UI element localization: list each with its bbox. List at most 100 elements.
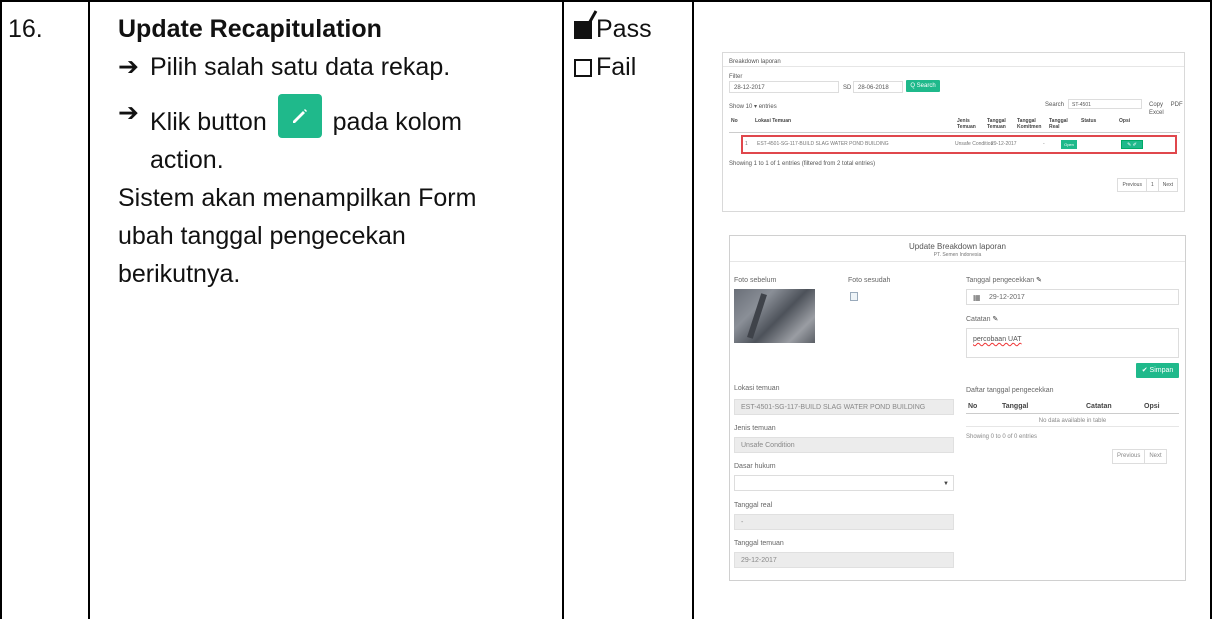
daftar-pagination: Previous Next [1112, 449, 1167, 464]
tanggal-label: Tanggal pengecekkan ✎ [966, 277, 1042, 284]
form-title: Update Breakdown laporan [909, 242, 1006, 251]
pencil-icon: ✎ [1036, 277, 1042, 284]
dasar-label: Dasar hukum [734, 463, 776, 470]
daftar-col-no: No [968, 403, 978, 410]
test-title: Update Recapitulation [118, 15, 382, 43]
col-no: No [731, 118, 738, 124]
list-pagination: Previous 1 Next [1117, 178, 1178, 192]
empty-box-icon [574, 59, 592, 77]
daftar-col-catatan: Catatan [1086, 403, 1112, 410]
col-lokasi: Lokasi Temuan [755, 118, 792, 124]
edit-pencil-button-illustration [277, 94, 322, 138]
col-tanggal-komitmen: Tanggal Komitmen [1017, 118, 1042, 130]
real-label: Tanggal real [734, 502, 773, 509]
fail-label: Fail [596, 53, 637, 81]
col-jenis: Jenis Temuan [957, 118, 976, 130]
column-divider-2 [562, 0, 564, 619]
col-tanggal-real: Tanggal Real [1049, 118, 1068, 130]
pager-next: Next [1157, 178, 1178, 192]
list-header: Breakdown laporan [729, 59, 781, 65]
daftar-empty-message: No data available in table [966, 415, 1179, 427]
description-line-1: Sistem akan menampilkan Form [118, 184, 477, 212]
column-divider-1 [88, 0, 90, 619]
search-box: ST-4501 [1068, 99, 1142, 109]
tanggal-input: ▦ 29-12-2017 [966, 289, 1179, 305]
update-form-screenshot: Update Breakdown laporan PT. Semen Indon… [729, 235, 1186, 581]
step-1-text: Pilih salah satu data rekap. [150, 53, 451, 81]
col-opsi: Opsi [1119, 118, 1131, 124]
date-from-field: 28-12-2017 [729, 81, 839, 93]
step-1: ➔ Pilih salah satu data rekap. [118, 48, 548, 86]
daftar-showing-info: Showing 0 to 0 of 0 entries [966, 434, 1038, 440]
pass-label: Pass [596, 15, 652, 43]
status-badge: Open [1061, 140, 1077, 149]
catatan-value: percobaan UAT [973, 336, 1022, 343]
temuan-field: 29-12-2017 [734, 552, 954, 568]
list-header-divider [723, 66, 1184, 67]
catatan-textarea: percobaan UAT [966, 328, 1179, 358]
arrow-icon: ➔ [118, 53, 139, 81]
row-number: 16. [8, 15, 43, 43]
catatan-label: Catatan ✎ [966, 316, 999, 323]
col-status: Status [1081, 118, 1097, 124]
real-field: - [734, 514, 954, 530]
row-jenis: Unsafe Condition [955, 141, 994, 147]
foto-sebelum-label: Foto sebelum [734, 277, 777, 284]
list-showing-info: Showing 1 to 1 of 1 entries (filtered fr… [729, 161, 876, 167]
dasar-select: ▼ [734, 475, 954, 491]
step-2-suffix: pada kolom [332, 108, 462, 136]
arrow-icon: ➔ [118, 99, 139, 127]
checked-box-icon [574, 10, 598, 39]
row-tanggal-real: - [1043, 141, 1045, 147]
list-table-header: No Lokasi Temuan Jenis Temuan Tanggal Te… [729, 115, 1180, 133]
pencil-icon [292, 109, 307, 123]
calendar-icon: ▦ [973, 293, 981, 302]
row-number-cell: 16. [8, 10, 78, 619]
step-2-label: Klik button [150, 108, 267, 136]
lokasi-field: EST-4501-SG-117-BUILD SLAG WATER POND BU… [734, 399, 954, 415]
tanggal-value: 29-12-2017 [989, 294, 1025, 301]
daftar-label: Daftar tanggal pengecekkan [966, 387, 1054, 394]
row-lokasi: EST-4501-SG-117-BUILD SLAG WATER POND BU… [757, 141, 889, 147]
pass-option: Pass [574, 10, 686, 48]
jenis-field: Unsafe Condition [734, 437, 954, 453]
daftar-col-tanggal: Tanggal [1002, 403, 1029, 410]
before-photo [734, 289, 815, 343]
row-tanggal-temuan: 29-12-2017 [991, 141, 1017, 147]
steps-cell: Update Recapitulation ➔ Pilih salah satu… [118, 10, 548, 619]
highlighted-row: 1 EST-4501-SG-117-BUILD SLAG WATER POND … [741, 135, 1177, 154]
form-subtitle: PT. Semen Indonesia [933, 252, 982, 258]
pager-previous: Previous [1117, 178, 1147, 192]
foto-sesudah-label: Foto sesudah [848, 277, 891, 284]
pencil-icon: ✎ [992, 316, 999, 323]
form-divider [730, 261, 1185, 262]
search-label: Search [1045, 102, 1065, 108]
action-buttons: ✎ ✐ [1121, 140, 1143, 149]
step-2: ➔ Klik button pada kolom [118, 94, 548, 141]
temuan-label: Tanggal temuan [734, 540, 784, 547]
breakdown-list-screenshot: Breakdown laporan Filter 28-12-2017 SD 2… [722, 52, 1185, 212]
step-2-continuation: action. [150, 146, 224, 174]
pager-previous: Previous [1112, 449, 1146, 464]
search-button: Q Search [906, 80, 940, 92]
jenis-label: Jenis temuan [734, 425, 776, 432]
fail-option: Fail [574, 48, 686, 86]
daftar-table-header: No Tanggal Catatan Opsi [966, 398, 1179, 414]
col-tanggal-temuan: Tanggal Temuan [987, 118, 1006, 130]
table-border-left [0, 0, 2, 619]
broken-image-icon [850, 292, 858, 301]
pager-next: Next [1144, 449, 1167, 464]
step-2-text: Klik button pada kolom [150, 94, 548, 141]
filter-label: Filter [729, 74, 743, 80]
sd-label: SD [843, 85, 852, 91]
date-to-field: 28-06-2018 [853, 81, 903, 93]
show-entries: Show 10 ▾ entries [729, 104, 777, 110]
chevron-down-icon: ▼ [943, 481, 949, 487]
result-cell: Pass Fail [574, 10, 686, 619]
row-no: 1 [745, 141, 748, 147]
description-line-2: ubah tanggal pengecekan [118, 222, 406, 250]
simpan-button: ✔ Simpan [1136, 363, 1179, 378]
daftar-col-opsi: Opsi [1144, 403, 1160, 410]
description-line-3: berikutnya. [118, 260, 241, 288]
lokasi-label: Lokasi temuan [734, 385, 780, 392]
